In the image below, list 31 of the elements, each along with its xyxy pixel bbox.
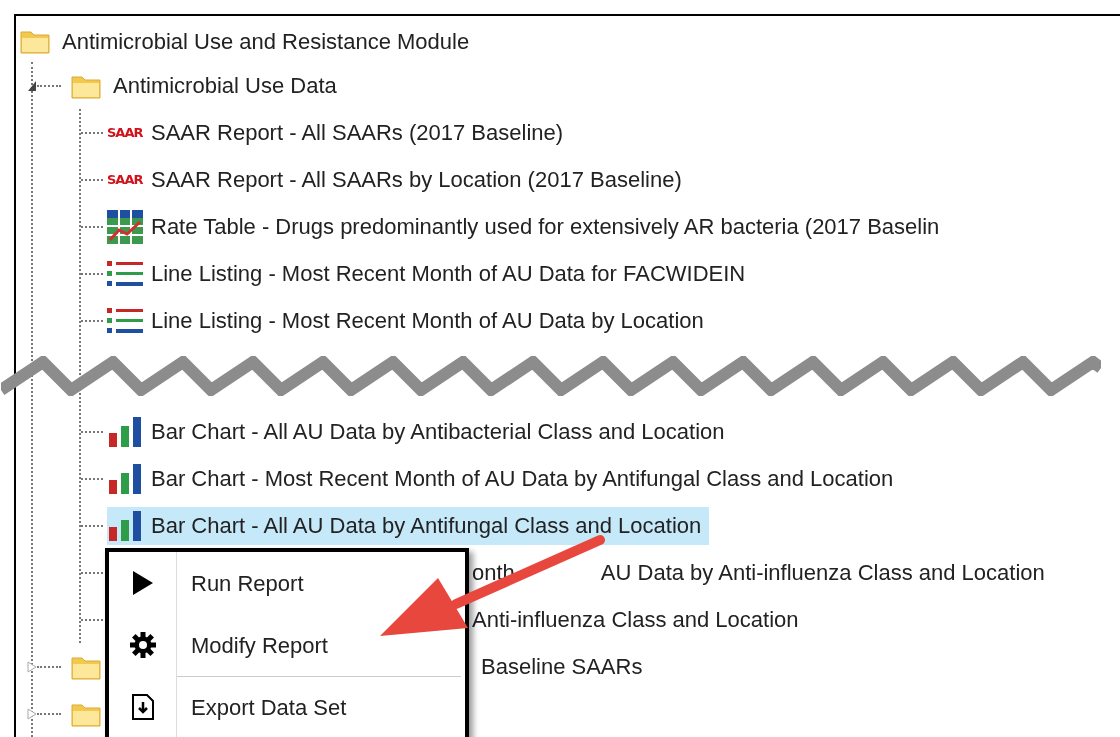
folder-icon [20, 28, 50, 54]
tree-item[interactable]: Line Listing - Most Recent Month of AU Data by Location [107, 301, 712, 340]
list-icon [107, 260, 143, 287]
bar-chart-icon [107, 463, 143, 494]
play-icon [131, 570, 154, 596]
tree-item[interactable]: Baseline SAARs [481, 650, 643, 683]
bar-chart-icon [107, 416, 143, 447]
collapse-toggle-icon[interactable] [27, 79, 37, 92]
tree-item[interactable]: SAAR SAAR Report - All SAARs (2017 Baseline) [107, 113, 572, 152]
tree-item-text[interactable]: Anti-influenza Class and Location [472, 603, 799, 636]
export-icon [130, 693, 155, 721]
tree-item[interactable]: Bar Chart - All AU Data by Antifungal Class and Location [107, 506, 710, 545]
saar-icon: SAAR [107, 169, 151, 190]
list-icon [107, 307, 143, 334]
tree-item[interactable]: Line Listing - Most Recent Month of AU Data for FACWIDEIN [107, 254, 754, 293]
tree-item[interactable]: Antimicrobial Use Data [113, 69, 337, 102]
tree-item-text[interactable]: AU Data by Anti-influenza Class and Location [600, 556, 1045, 589]
saar-icon: SAAR [107, 122, 151, 143]
table-chart-icon [107, 209, 143, 244]
menu-item[interactable]: Modify Report [109, 614, 465, 676]
menu-item[interactable]: Run Report [109, 552, 465, 614]
expand-toggle-icon[interactable] [27, 660, 37, 673]
tree-item[interactable]: SAAR SAAR Report - All SAARs by Location (2017 Baseline) [107, 160, 690, 199]
bar-chart-icon [107, 510, 143, 541]
expand-toggle-icon[interactable] [27, 707, 37, 720]
tree-item[interactable]: Antimicrobial Use and Resistance Module [62, 24, 470, 58]
menu-item[interactable]: Export Data Set [109, 676, 465, 737]
gear-icon [129, 632, 156, 658]
tree-item[interactable]: Rate Table - Drugs predominantly used for extensively AR bacteria (2017 Baselin [107, 207, 948, 246]
tree-item[interactable]: Bar Chart - Most Recent Month of AU Data by Antifungal Class and Location [107, 459, 902, 498]
tree-item[interactable]: Bar Chart - All AU Data by Antibacterial Class and Location [107, 412, 733, 451]
